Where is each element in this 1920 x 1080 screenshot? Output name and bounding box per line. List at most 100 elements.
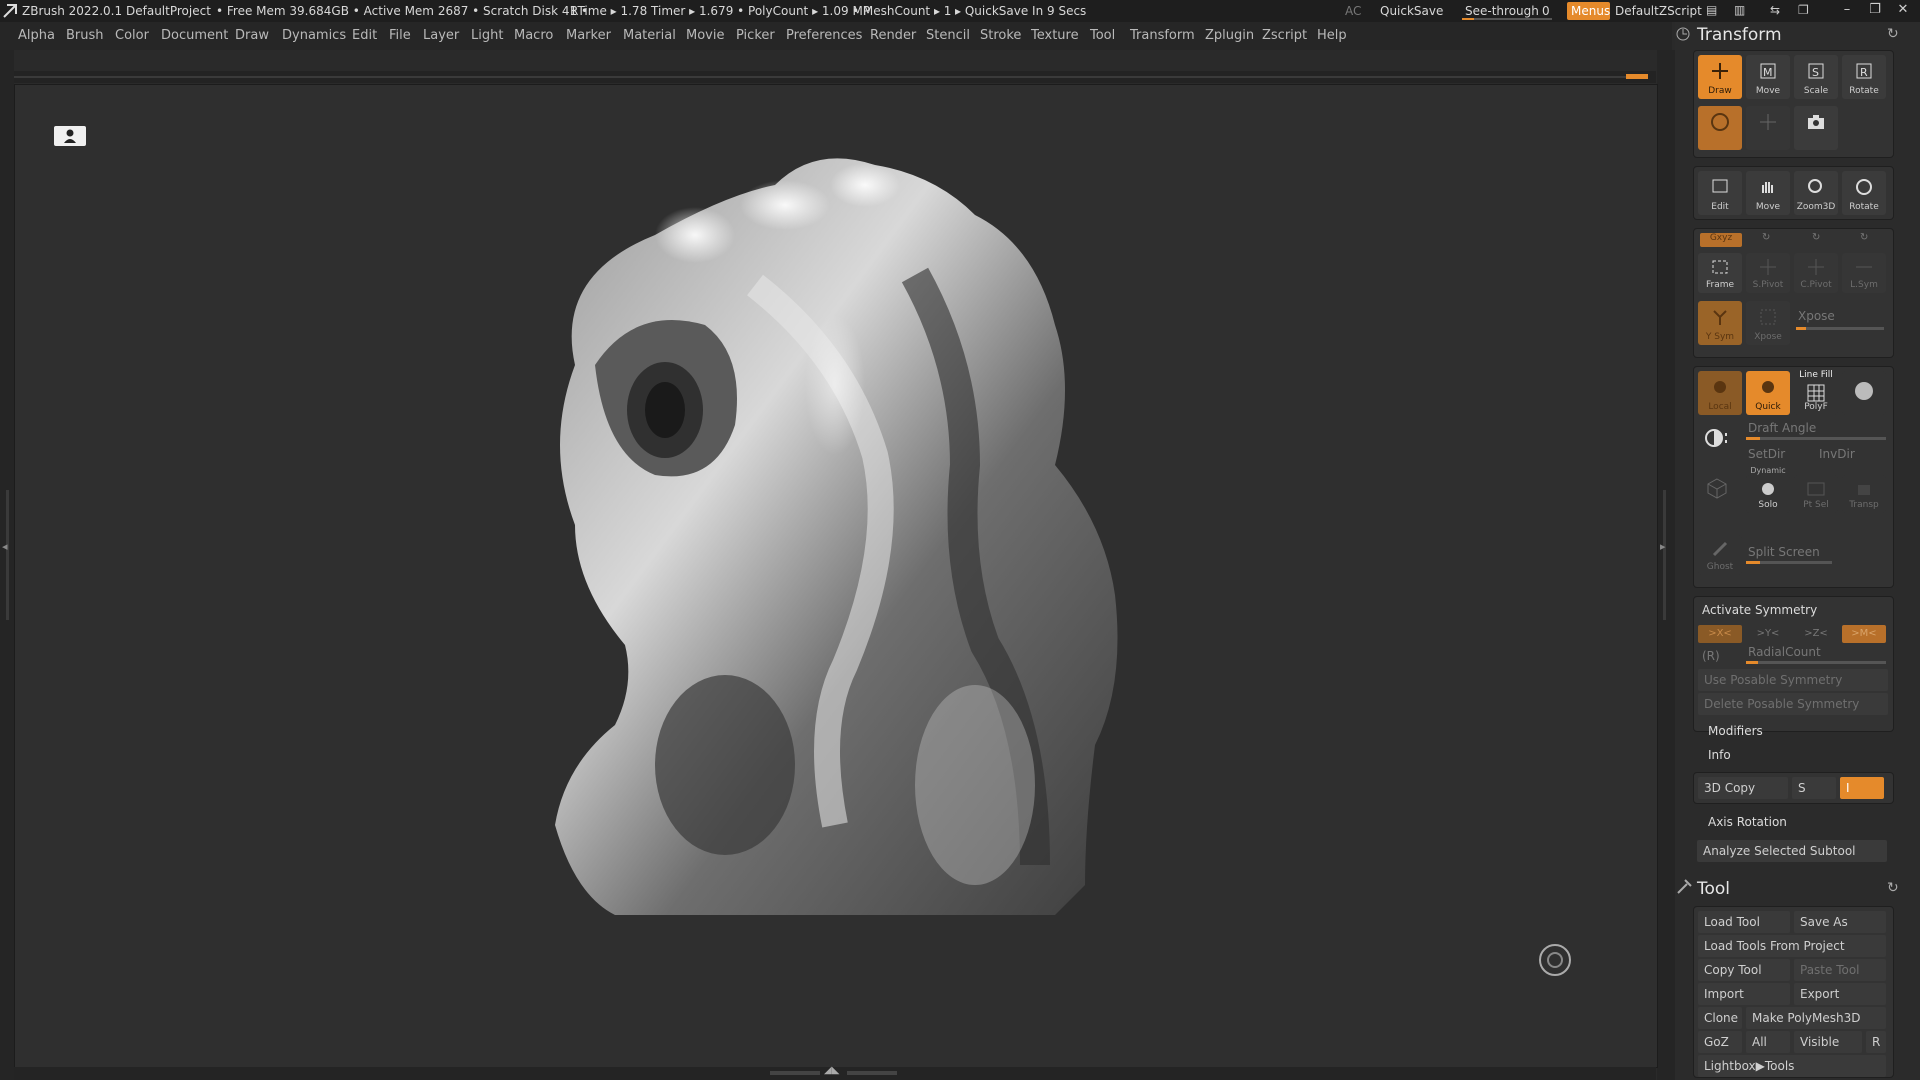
setdir-button[interactable]: SetDir [1748, 447, 1785, 461]
spivot-button[interactable]: S.Pivot [1746, 253, 1790, 293]
save-as-button[interactable]: Save As [1794, 911, 1886, 933]
close-button[interactable]: ✕ [1892, 2, 1914, 20]
transp-button[interactable]: Transp [1842, 475, 1886, 513]
quick-button[interactable]: Quick [1746, 371, 1790, 415]
paste-tool-button[interactable]: Paste Tool [1794, 959, 1886, 981]
ghost-button[interactable]: Ghost [1698, 535, 1742, 575]
xpose-slider[interactable] [1796, 327, 1884, 330]
gizmo-toggle[interactable] [1698, 106, 1742, 150]
goz-button[interactable]: GoZ [1698, 1031, 1742, 1053]
bottom-tray[interactable]: ◢◣ [14, 1065, 1656, 1080]
transform-title[interactable]: Transform [1697, 25, 1782, 45]
left-tray-arrow-icon[interactable]: ◂ [2, 540, 8, 553]
menu-help[interactable]: Help [1317, 28, 1347, 43]
right-tray-arrow-icon[interactable]: ▸ [1660, 540, 1666, 553]
delete-posable-symmetry-button[interactable]: Delete Posable Symmetry [1698, 693, 1888, 715]
see-through-label[interactable]: See-through [1465, 4, 1539, 18]
menu-document[interactable]: Document [161, 28, 228, 43]
xpose-button[interactable]: Xpose [1746, 301, 1790, 345]
copy3d-button[interactable]: 3D Copy [1698, 777, 1788, 799]
quicksave-button[interactable]: QuickSave [1380, 4, 1443, 18]
material-sphere-button[interactable] [1842, 371, 1886, 415]
menu-texture[interactable]: Texture [1031, 28, 1079, 43]
local-button[interactable]: Local [1698, 371, 1742, 415]
goz-r-button[interactable]: R [1866, 1031, 1886, 1053]
bottom-tray-arrow-icon[interactable]: ◢◣ [824, 1065, 839, 1076]
load-tool-button[interactable]: Load Tool [1698, 911, 1790, 933]
menus-button[interactable]: Menus [1567, 2, 1610, 20]
frame-button[interactable]: Frame [1698, 253, 1742, 293]
load-tools-from-project-button[interactable]: Load Tools From Project [1698, 935, 1886, 957]
use-posable-symmetry-button[interactable]: Use Posable Symmetry [1698, 669, 1888, 691]
make-polymesh3d-button[interactable]: Make PolyMesh3D [1746, 1007, 1886, 1029]
menu-layer[interactable]: Layer [423, 28, 459, 43]
edit-button[interactable]: Edit [1698, 171, 1742, 215]
menu-dynamics[interactable]: Dynamics [282, 28, 346, 43]
layout-alt-icon[interactable]: ▥ [1734, 3, 1756, 19]
menu-draw[interactable]: Draw [235, 28, 269, 43]
see-through-slider[interactable] [1462, 18, 1552, 20]
move-view-button[interactable]: Move [1746, 171, 1790, 215]
ptsel-button[interactable]: Pt Sel [1794, 475, 1838, 513]
axis-lock-x-icon[interactable]: ↻ [1762, 232, 1770, 243]
ysym-button[interactable]: Y Sym [1698, 301, 1742, 345]
menu-zscript[interactable]: Zscript [1262, 28, 1307, 43]
solo-button[interactable]: Solo [1746, 475, 1790, 513]
split-screen-slider[interactable] [1746, 561, 1832, 564]
contrast-icon[interactable] [1704, 427, 1734, 449]
left-tray[interactable]: ◂ [0, 50, 14, 1080]
move-button[interactable]: M Move [1746, 55, 1790, 99]
window-icon[interactable]: ❐ [1798, 3, 1820, 19]
edit-gizmo-button[interactable] [1746, 106, 1790, 150]
sculpt-model[interactable] [515, 125, 1155, 1005]
modifiers-subpalette[interactable]: Modifiers [1708, 724, 1763, 738]
transform-reset-icon[interactable]: ↻ [1887, 26, 1899, 42]
menu-tool[interactable]: Tool [1090, 28, 1115, 43]
script-name[interactable]: DefaultZScript [1615, 4, 1702, 18]
menu-preferences[interactable]: Preferences [786, 28, 862, 43]
menu-stencil[interactable]: Stencil [926, 28, 970, 43]
snapshot-button[interactable] [1794, 106, 1838, 150]
menu-color[interactable]: Color [115, 28, 149, 43]
copy-tool-button[interactable]: Copy Tool [1698, 959, 1790, 981]
canvas-progress-marker[interactable] [1626, 74, 1648, 79]
menu-transform[interactable]: Transform [1130, 28, 1195, 43]
menu-marker[interactable]: Marker [566, 28, 611, 43]
activate-symmetry-button[interactable]: Activate Symmetry [1702, 603, 1817, 617]
maximize-button[interactable]: ❐ [1864, 2, 1886, 20]
tool-title[interactable]: Tool [1697, 879, 1730, 899]
split-screen-label[interactable]: Split Screen [1748, 545, 1820, 559]
axis-lock-button[interactable]: Gxyz [1700, 233, 1742, 247]
menu-render[interactable]: Render [870, 28, 916, 43]
menu-movie[interactable]: Movie [686, 28, 724, 43]
menu-edit[interactable]: Edit [352, 28, 377, 43]
menu-macro[interactable]: Macro [514, 28, 553, 43]
goz-visible-button[interactable]: Visible [1794, 1031, 1862, 1053]
copy3d-i-toggle[interactable]: I [1840, 777, 1884, 799]
import-button[interactable]: Import [1698, 983, 1790, 1005]
bottom-tray-handle-left[interactable] [770, 1071, 820, 1075]
document-canvas[interactable] [14, 84, 1658, 1068]
invdir-button[interactable]: InvDir [1819, 447, 1855, 461]
rotate-view-button[interactable]: Rotate [1842, 171, 1886, 215]
sym-z-button[interactable]: >Z< [1794, 625, 1838, 643]
radial-count-slider[interactable] [1746, 661, 1886, 664]
export-button[interactable]: Export [1794, 983, 1886, 1005]
axis-lock-z-icon[interactable]: ↻ [1860, 232, 1868, 243]
info-subpalette[interactable]: Info [1708, 748, 1731, 762]
floor-grid-icon[interactable] [54, 126, 86, 146]
rotation-gizmo-icon[interactable] [1539, 944, 1571, 976]
cpivot-button[interactable]: C.Pivot [1794, 253, 1838, 293]
sym-x-button[interactable]: >X< [1698, 625, 1742, 643]
menu-picker[interactable]: Picker [736, 28, 775, 43]
rotate-button[interactable]: R Rotate [1842, 55, 1886, 99]
menu-brush[interactable]: Brush [66, 28, 104, 43]
draw-button[interactable]: Draw [1698, 55, 1742, 99]
swap-icon[interactable]: ⇆ [1770, 3, 1792, 19]
menu-file[interactable]: File [389, 28, 411, 43]
minimize-button[interactable]: – [1836, 2, 1858, 20]
axis-rotation-subpalette[interactable]: Axis Rotation [1708, 815, 1787, 829]
goz-all-button[interactable]: All [1746, 1031, 1790, 1053]
scale-button[interactable]: S Scale [1794, 55, 1838, 99]
project-name[interactable]: DefaultProject [126, 4, 211, 18]
